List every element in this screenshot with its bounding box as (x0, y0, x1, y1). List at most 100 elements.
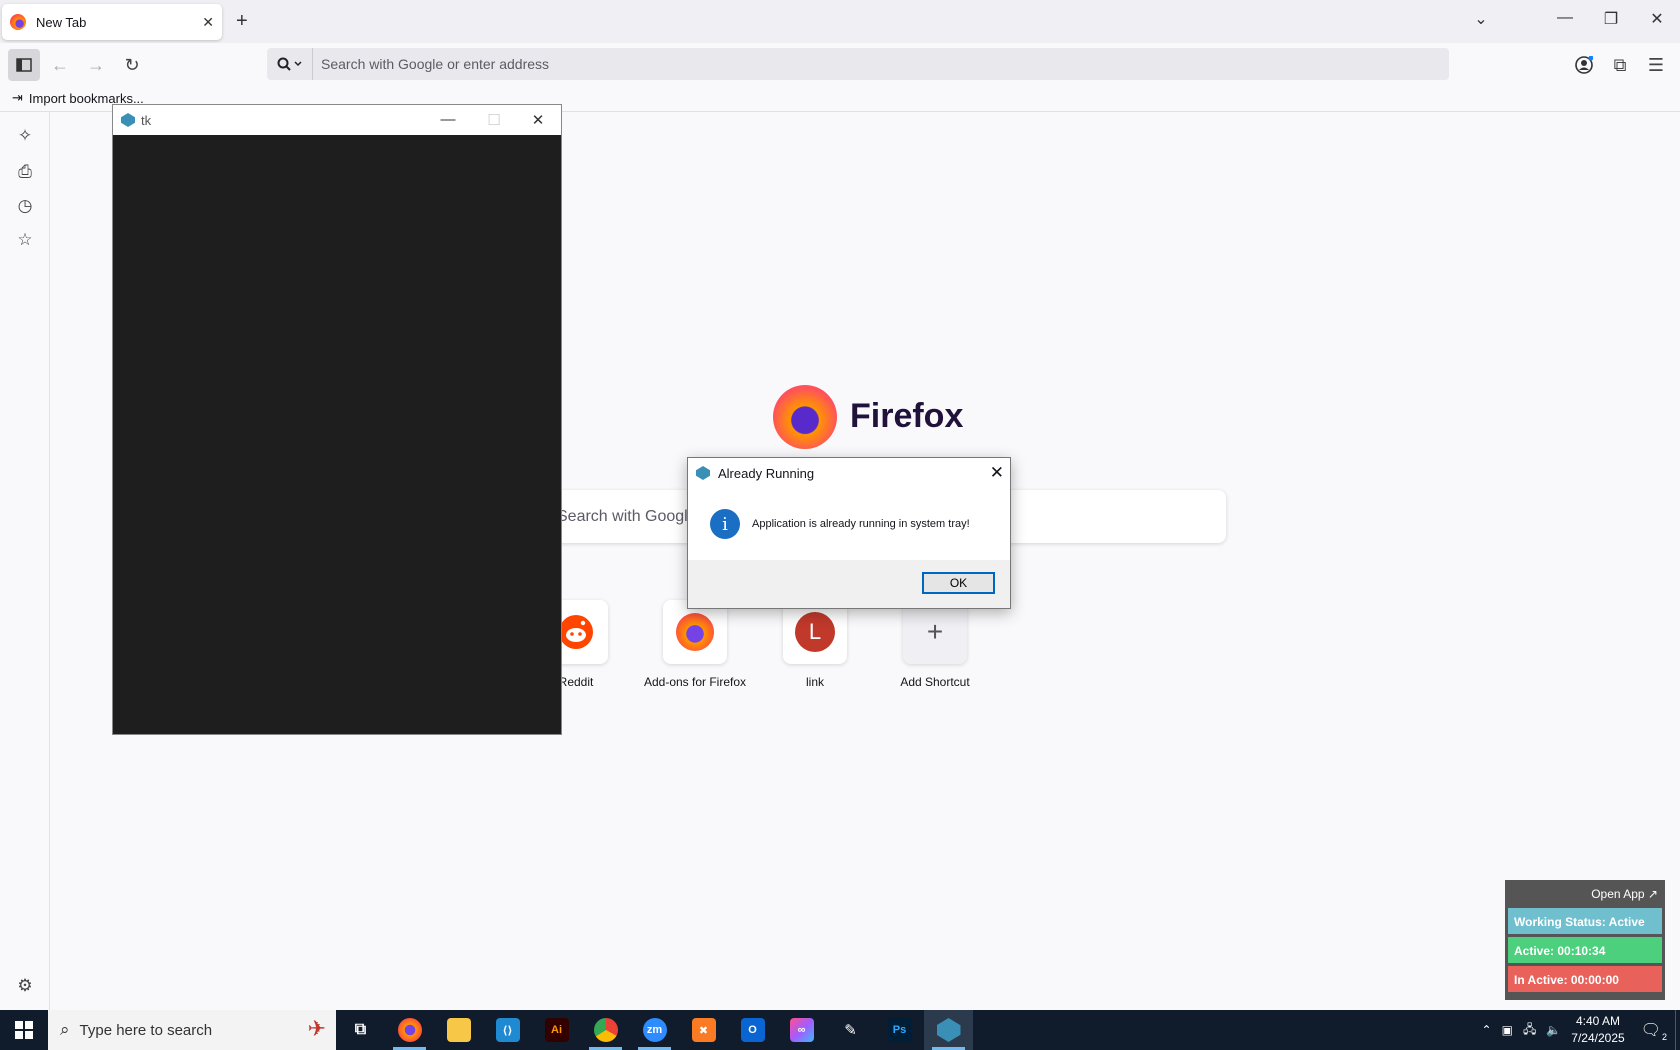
shortcut-label: link (805, 675, 824, 689)
open-app-link[interactable]: Open App ↗ (1508, 883, 1662, 905)
taskbar-photoshop[interactable]: Ps (875, 1010, 924, 1050)
taskbar-illustrator[interactable]: Ai (532, 1010, 581, 1050)
network-icon[interactable]: 🖧 (1523, 1020, 1536, 1041)
creative-cloud-icon: ∞ (789, 1018, 814, 1042)
show-hidden-icons-chevron-icon[interactable]: ⌃ (1482, 1023, 1492, 1037)
tk-maximize-button[interactable]: ☐ (479, 111, 509, 129)
shortcut-link[interactable]: L link (755, 600, 875, 690)
sidebar-toggle-button[interactable] (8, 49, 40, 81)
dialog-title: Already Running (718, 465, 815, 481)
reddit-icon (559, 615, 593, 649)
restore-button[interactable]: ❐ (1596, 9, 1626, 29)
tk-window[interactable]: tk — ☐ ✕ (112, 104, 562, 735)
illustrator-icon: Ai (544, 1018, 569, 1042)
firefox-icon (676, 613, 714, 651)
tab-strip: New Tab ✕ + ⌄ — ❐ ✕ (0, 0, 1680, 43)
tab-title: New Tab (36, 14, 87, 30)
system-tray: ⌃ ▣ 🖧 🔈 4:40 AM 7/24/2025 🗨 2 (1482, 1010, 1680, 1050)
shortcut-label: Add Shortcut (900, 675, 970, 689)
reload-button[interactable]: ↻ (116, 49, 148, 81)
task-view-button[interactable]: ⧉ (336, 1010, 385, 1050)
xampp-icon: ✖ (691, 1018, 716, 1042)
shortcut-add[interactable]: + Add Shortcut (875, 600, 995, 690)
account-icon (1575, 56, 1593, 74)
address-bar[interactable]: Search with Google or enter address (267, 48, 1449, 80)
address-placeholder: Search with Google or enter address (321, 56, 550, 72)
chrome-icon (593, 1018, 618, 1042)
active-time-bar: Active: 00:10:34 (1508, 937, 1662, 963)
tk-titlebar[interactable]: tk — ☐ ✕ (113, 105, 561, 135)
new-tab-button[interactable]: + (236, 10, 248, 33)
task-view-icon: ⧉ (354, 1021, 367, 1038)
firefox-wordmark: Firefox (850, 397, 964, 435)
tk-close-button[interactable]: ✕ (523, 111, 553, 129)
taskbar-search-box[interactable]: ⌕ Type here to search ✈ (48, 1010, 336, 1050)
firefox-favicon-icon (10, 14, 26, 30)
import-icon: ⇥ (12, 90, 23, 105)
taskbar-outlook[interactable]: O (728, 1010, 777, 1050)
ai-chatbot-icon[interactable]: ✧ (14, 126, 36, 148)
dialog-message: Application is already running in system… (752, 518, 970, 530)
menu-button[interactable]: ☰ (1640, 49, 1672, 81)
shortcut-addons[interactable]: Add-ons for Firefox (635, 600, 755, 690)
settings-gear-icon[interactable]: ⚙ (14, 976, 36, 998)
info-icon: i (710, 509, 740, 539)
volume-icon[interactable]: 🔈 (1546, 1023, 1561, 1037)
taskbar-pen-tool[interactable]: ✎ (826, 1010, 875, 1050)
newtab-search-placeholder: Search with Google (557, 507, 697, 525)
dialog-close-button[interactable]: ✕ (990, 463, 1004, 483)
ok-button[interactable]: OK (922, 572, 995, 594)
tab-new-tab[interactable]: New Tab ✕ (2, 4, 222, 40)
history-icon[interactable]: ◷ (14, 196, 36, 218)
taskbar-creative-cloud[interactable]: ∞ (777, 1010, 826, 1050)
clock[interactable]: 4:40 AM 7/24/2025 (1571, 1013, 1624, 1047)
puzzle-icon: ⧉ (1613, 54, 1627, 75)
windows-taskbar: ⌕ Type here to search ✈ ⧉ ⟨⟩ Ai zm ✖ O ∞… (0, 1010, 1680, 1050)
search-icon: ⌕ (60, 1020, 70, 1039)
clock-date: 7/24/2025 (1571, 1031, 1625, 1045)
folder-icon (446, 1018, 471, 1042)
minimize-button[interactable]: — (1550, 9, 1580, 27)
taskbar-vscode[interactable]: ⟨⟩ (483, 1010, 532, 1050)
taskbar-tk-app[interactable] (924, 1010, 973, 1050)
dialog-footer: OK (688, 560, 1010, 608)
shortcut-label: Add-ons for Firefox (643, 675, 747, 689)
clock-time: 4:40 AM (1575, 1014, 1620, 1028)
inactive-time-bar: In Active: 00:00:00 (1508, 966, 1662, 992)
plus-icon: + (903, 600, 967, 664)
taskbar-zoom[interactable]: zm (630, 1010, 679, 1050)
sidebar-icon (16, 58, 32, 72)
tk-title: tk (141, 112, 152, 128)
outlook-icon: O (740, 1018, 765, 1042)
account-button[interactable] (1568, 49, 1600, 81)
vscode-icon: ⟨⟩ (495, 1018, 520, 1042)
app-tray-icon[interactable]: ▣ (1502, 1023, 1513, 1037)
tk-minimize-button[interactable]: — (433, 111, 463, 128)
taskbar-firefox[interactable] (385, 1010, 434, 1050)
tk-app-icon (936, 1018, 961, 1042)
back-button[interactable]: ← (44, 49, 76, 81)
photoshop-icon: Ps (887, 1018, 912, 1042)
list-all-tabs-chevron-icon[interactable]: ⌄ (1466, 9, 1496, 29)
search-icon (277, 57, 302, 71)
dialog-titlebar: Already Running ✕ (688, 458, 1010, 488)
extensions-button[interactable]: ⧉ (1604, 49, 1636, 81)
working-status-bar: Working Status: Active (1508, 908, 1662, 934)
start-button[interactable] (0, 1010, 48, 1050)
zoom-icon: zm (642, 1018, 667, 1042)
forward-button[interactable]: → (80, 49, 112, 81)
hamburger-icon: ☰ (1647, 54, 1665, 75)
close-tab-icon[interactable]: ✕ (202, 14, 214, 31)
pen-icon: ✎ (844, 1022, 857, 1039)
taskbar-xampp[interactable]: ✖ (679, 1010, 728, 1050)
synced-tabs-icon[interactable]: ⎙ (14, 162, 36, 184)
bookmarks-star-icon[interactable]: ☆ (14, 230, 36, 252)
taskbar-file-explorer[interactable] (434, 1010, 483, 1050)
firefox-icon (397, 1018, 422, 1042)
taskbar-chrome[interactable] (581, 1010, 630, 1050)
close-window-button[interactable]: ✕ (1642, 9, 1672, 29)
tk-app-icon (121, 113, 135, 127)
show-desktop-strip[interactable] (1675, 1010, 1680, 1050)
search-engine-selector[interactable] (267, 48, 313, 80)
notifications-icon[interactable]: 🗨 2 (1641, 1020, 1667, 1042)
